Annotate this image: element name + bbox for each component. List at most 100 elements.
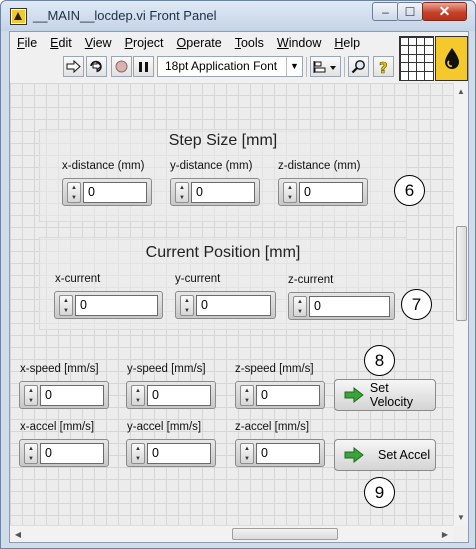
- menu-file-accel: F: [17, 36, 25, 50]
- x-accel-increment[interactable]: ▲ ▼: [24, 443, 38, 464]
- scroll-up-icon[interactable]: ▲: [454, 83, 468, 99]
- annotation-marker-7: 7: [401, 289, 432, 320]
- z-accel-increment[interactable]: ▲ ▼: [240, 443, 254, 464]
- down-arrow-icon: ▼: [179, 194, 185, 201]
- x-distance-increment[interactable]: ▲ ▼: [67, 182, 81, 203]
- z-current-increment[interactable]: ▲ ▼: [293, 296, 307, 317]
- z-accel-control[interactable]: ▲ ▼ 0: [235, 439, 325, 467]
- up-arrow-icon: ▲: [184, 298, 190, 304]
- close-button[interactable]: ✕: [422, 2, 467, 21]
- z-speed-field[interactable]: 0: [256, 385, 320, 406]
- horizontal-scrollbar[interactable]: ◀ ▶: [10, 525, 453, 542]
- menu-file-label: ile: [24, 36, 38, 50]
- x-accel-field[interactable]: 0: [40, 443, 104, 464]
- up-arrow-icon: ▲: [71, 185, 77, 191]
- y-accel-field[interactable]: 0: [147, 443, 211, 464]
- maximize-button[interactable]: ☐: [397, 2, 423, 21]
- menu-edit[interactable]: Edit: [43, 36, 78, 50]
- context-help-icon: ?: [378, 59, 388, 75]
- x-accel-control[interactable]: ▲ ▼ 0: [19, 439, 109, 467]
- x-speed-field[interactable]: 0: [40, 385, 104, 406]
- drop-icon: [444, 47, 459, 69]
- x-distance-field[interactable]: 0: [83, 182, 147, 203]
- toolbar-separator: [344, 57, 345, 77]
- down-arrow-icon: ▼: [135, 455, 141, 462]
- x-speed-control[interactable]: ▲ ▼ 0: [19, 381, 109, 409]
- z-distance-field[interactable]: 0: [299, 182, 363, 203]
- font-setting-label: 18pt Application Font: [165, 59, 278, 73]
- pause-button[interactable]: [133, 56, 154, 77]
- text-settings-dropdown[interactable]: 18pt Application Font ▼: [157, 56, 303, 77]
- x-current-indicator[interactable]: ▲ ▼ 0: [54, 291, 163, 319]
- scroll-right-icon[interactable]: ▶: [437, 526, 453, 542]
- search-icon: [351, 60, 365, 74]
- connector-pane[interactable]: [399, 36, 434, 81]
- horizontal-scroll-thumb[interactable]: [232, 528, 338, 540]
- svg-text:?: ?: [379, 59, 388, 75]
- z-speed-control[interactable]: ▲ ▼ 0: [235, 381, 325, 409]
- x-distance-control[interactable]: ▲ ▼ 0: [62, 178, 152, 206]
- down-arrow-icon: ▼: [71, 194, 77, 201]
- annotation-marker-8: 8: [364, 345, 395, 376]
- vertical-scrollbar[interactable]: ▲ ▼: [453, 83, 468, 525]
- down-arrow-icon: ▼: [297, 308, 303, 315]
- menu-help[interactable]: Help: [327, 36, 366, 50]
- vi-icon[interactable]: [435, 36, 468, 81]
- x-speed-increment[interactable]: ▲ ▼: [24, 385, 38, 406]
- menu-operate[interactable]: Operate: [170, 36, 228, 50]
- y-speed-field[interactable]: 0: [147, 385, 211, 406]
- menu-project-accel: P: [124, 36, 133, 50]
- z-current-field[interactable]: 0: [309, 296, 390, 317]
- run-button[interactable]: [63, 56, 84, 77]
- abort-button[interactable]: [111, 56, 132, 77]
- y-accel-control[interactable]: ▲ ▼ 0: [126, 439, 216, 467]
- menu-bar: File Edit View Project Operate Tools Win…: [10, 32, 399, 54]
- align-objects-button[interactable]: [310, 56, 341, 77]
- z-distance-control[interactable]: ▲ ▼ 0: [278, 178, 368, 206]
- menu-edit-accel: E: [50, 36, 59, 50]
- run-continuously-button[interactable]: [86, 56, 107, 77]
- menu-edit-label: dit: [58, 36, 72, 50]
- y-accel-increment[interactable]: ▲ ▼: [131, 443, 145, 464]
- scroll-down-icon[interactable]: ▼: [454, 509, 468, 525]
- menu-tools[interactable]: Tools: [228, 36, 270, 50]
- x-distance-label: x-distance (mm): [62, 160, 145, 172]
- align-objects-icon: [313, 60, 336, 73]
- context-help-button[interactable]: ?: [373, 56, 394, 77]
- y-current-indicator[interactable]: ▲ ▼ 0: [175, 291, 276, 319]
- search-button[interactable]: [348, 56, 369, 77]
- y-distance-control[interactable]: ▲ ▼ 0: [170, 178, 260, 206]
- z-accel-field[interactable]: 0: [256, 443, 320, 464]
- menu-view[interactable]: View: [78, 36, 118, 50]
- x-current-increment[interactable]: ▲ ▼: [59, 295, 73, 316]
- y-current-field[interactable]: 0: [196, 295, 271, 316]
- set-velocity-label: Set Velocity: [369, 381, 414, 409]
- toolbar-separator: [306, 57, 307, 77]
- resize-grip[interactable]: [453, 525, 468, 542]
- menu-file[interactable]: File: [10, 36, 43, 50]
- y-speed-increment[interactable]: ▲ ▼: [131, 385, 145, 406]
- y-speed-control[interactable]: ▲ ▼ 0: [126, 381, 216, 409]
- x-current-field[interactable]: 0: [75, 295, 158, 316]
- annotation-marker-6: 6: [394, 175, 425, 206]
- y-accel-label: y-accel [mm/s]: [127, 421, 202, 433]
- scroll-left-icon[interactable]: ◀: [10, 526, 26, 542]
- z-speed-increment[interactable]: ▲ ▼: [240, 385, 254, 406]
- set-velocity-button[interactable]: Set Velocity: [334, 379, 436, 411]
- y-distance-increment[interactable]: ▲ ▼: [175, 182, 189, 203]
- vertical-scroll-thumb[interactable]: [456, 226, 467, 321]
- set-accel-button[interactable]: Set Accel: [334, 439, 436, 471]
- menu-operate-label: perate: [186, 36, 222, 50]
- z-distance-increment[interactable]: ▲ ▼: [283, 182, 297, 203]
- z-current-indicator[interactable]: ▲ ▼ 0: [288, 292, 395, 320]
- down-arrow-icon: ▼: [287, 194, 293, 201]
- menu-project[interactable]: Project: [118, 36, 170, 50]
- y-distance-field[interactable]: 0: [191, 182, 255, 203]
- up-arrow-icon: ▲: [297, 299, 303, 305]
- minimize-button[interactable]: –: [372, 2, 399, 21]
- chevron-down-icon: ▼: [286, 57, 302, 76]
- menu-window[interactable]: Window: [270, 36, 327, 50]
- y-current-increment[interactable]: ▲ ▼: [180, 295, 194, 316]
- menu-view-label: iew: [92, 36, 112, 50]
- menu-operate-accel: O: [176, 36, 187, 50]
